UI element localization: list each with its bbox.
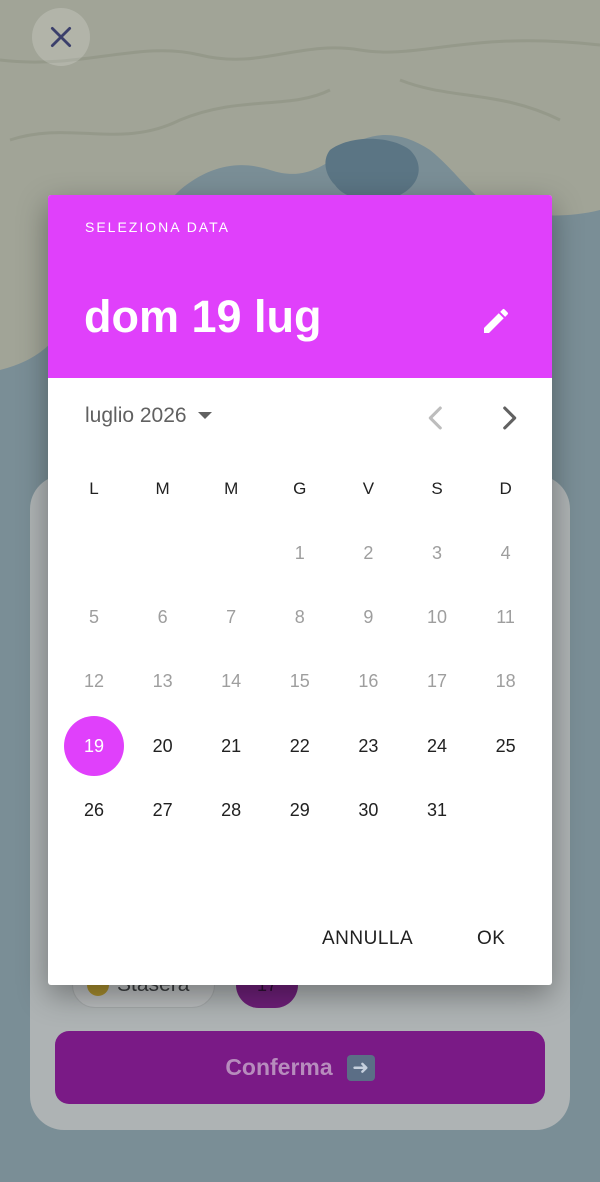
- calendar-day[interactable]: 28: [201, 781, 261, 841]
- calendar-day[interactable]: 8: [270, 588, 330, 648]
- calendar-day[interactable]: 14: [201, 652, 261, 712]
- edit-pencil-icon[interactable]: [480, 305, 512, 337]
- confirm-button[interactable]: Conferma ➜: [55, 1031, 545, 1104]
- calendar-day[interactable]: 20: [133, 716, 193, 776]
- dialog-header: SELEZIONA DATA dom 19 lug: [48, 195, 552, 378]
- selected-date-title: dom 19 lug: [84, 291, 322, 342]
- calendar-day[interactable]: 26: [64, 781, 124, 841]
- month-year-label: luglio 2026: [85, 404, 187, 427]
- calendar-day[interactable]: 3: [407, 523, 467, 583]
- weekday-label: M: [155, 479, 170, 498]
- calendar-day[interactable]: 25: [476, 716, 536, 776]
- weekday-label: M: [224, 479, 239, 498]
- weekday-label: D: [499, 479, 512, 498]
- date-picker-dialog: SELEZIONA DATA dom 19 lug luglio 2026 L M…: [48, 195, 552, 985]
- calendar-day[interactable]: 12: [64, 652, 124, 712]
- calendar-day[interactable]: 9: [338, 588, 398, 648]
- weekday-label: V: [362, 479, 375, 498]
- calendar-day[interactable]: 13: [133, 652, 193, 712]
- calendar-day[interactable]: 23: [338, 716, 398, 776]
- calendar-day[interactable]: 1: [270, 523, 330, 583]
- calendar-day[interactable]: 6: [133, 588, 193, 648]
- calendar-day[interactable]: 29: [270, 781, 330, 841]
- close-icon: [50, 26, 72, 48]
- calendar-day[interactable]: 11: [476, 588, 536, 648]
- calendar-day-selected[interactable]: 19: [64, 716, 124, 777]
- dropdown-arrow-icon: [197, 412, 212, 419]
- weekday-label: L: [89, 479, 99, 498]
- calendar-day[interactable]: 18: [476, 652, 536, 712]
- cancel-button[interactable]: ANNULLA: [322, 928, 413, 950]
- month-year-dropdown[interactable]: luglio 2026: [85, 404, 213, 428]
- previous-month-button[interactable]: [419, 401, 453, 435]
- calendar-day[interactable]: 7: [201, 588, 261, 648]
- confirm-button-label: Conferma: [225, 1054, 333, 1080]
- weekday-label: S: [431, 479, 443, 498]
- calendar-day[interactable]: 31: [407, 781, 467, 841]
- next-month-button[interactable]: [492, 401, 526, 435]
- close-button[interactable]: [32, 8, 90, 66]
- arrow-right-icon: ➜: [346, 1054, 375, 1081]
- weekday-label: G: [293, 479, 307, 498]
- calendar-day[interactable]: 2: [338, 523, 398, 583]
- calendar-day[interactable]: 5: [64, 588, 124, 648]
- calendar-day[interactable]: 16: [338, 652, 398, 712]
- calendar-day[interactable]: 22: [270, 716, 330, 776]
- calendar-day[interactable]: 30: [338, 781, 398, 841]
- dialog-caption: SELEZIONA DATA: [85, 219, 230, 235]
- calendar-day[interactable]: 17: [407, 652, 467, 712]
- calendar-day[interactable]: 4: [476, 523, 536, 583]
- ok-button[interactable]: OK: [477, 928, 505, 950]
- calendar-day[interactable]: 15: [270, 652, 330, 712]
- calendar-day[interactable]: 21: [201, 716, 261, 776]
- calendar-day[interactable]: 24: [407, 716, 467, 776]
- calendar-day[interactable]: 10: [407, 588, 467, 648]
- calendar-day[interactable]: 27: [133, 781, 193, 841]
